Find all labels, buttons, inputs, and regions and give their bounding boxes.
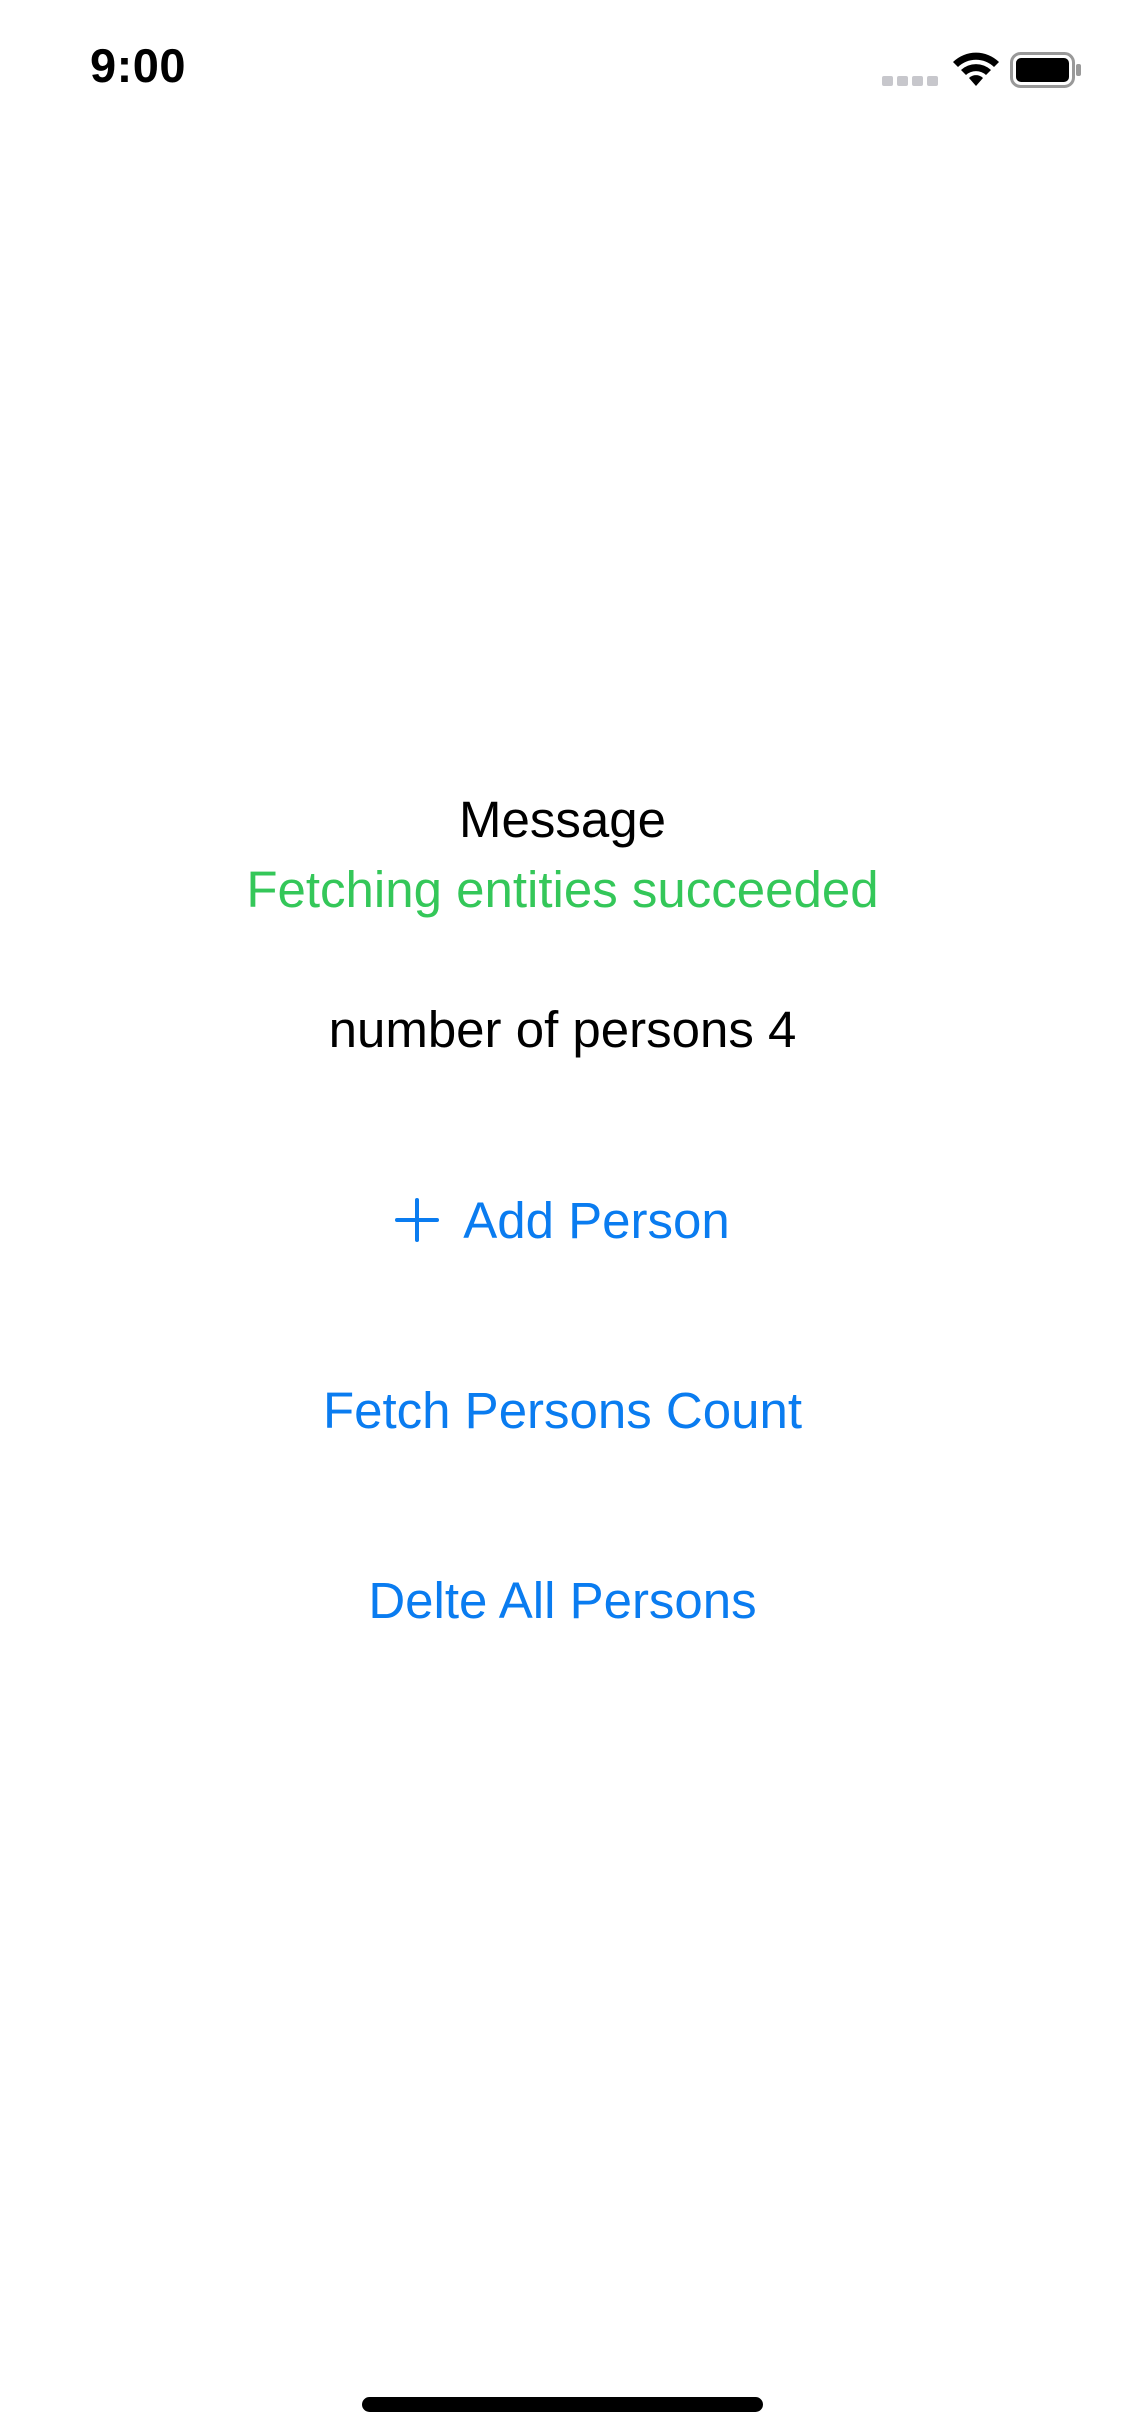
delete-all-persons-label: Delte All Persons [368,1571,757,1629]
add-person-button[interactable]: Add Person [0,1180,1125,1260]
add-person-label: Add Person [463,1191,730,1249]
message-status: Fetching entities succeeded [246,861,879,918]
wifi-icon [953,52,999,86]
home-indicator[interactable] [362,2397,763,2412]
fetch-persons-count-label: Fetch Persons Count [322,1381,803,1439]
plus-icon [395,1198,440,1242]
message-title: Message [459,791,666,848]
fetch-persons-count-button[interactable]: Fetch Persons Count [0,1370,1125,1450]
signal-icon [882,76,938,86]
persons-count-label: number of persons 4 [328,1001,797,1058]
status-bar: 9:00 [0,0,1125,140]
battery-icon [1010,52,1081,88]
delete-all-persons-button[interactable]: Delte All Persons [0,1560,1125,1640]
status-time: 9:00 [90,39,187,92]
